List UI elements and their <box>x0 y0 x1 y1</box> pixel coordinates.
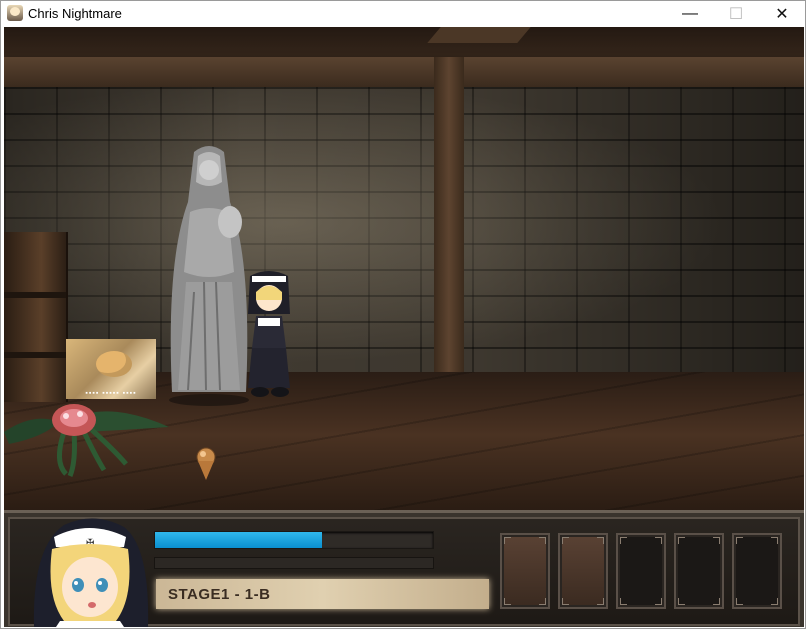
minimize-button[interactable]: — <box>667 1 713 27</box>
slot-corner-ornament <box>771 598 778 605</box>
slot-corner-ornament <box>562 537 569 544</box>
game-window: Chris Nightmare — ☐ ✕ ▪▪▪▪ ▪▪▪▪▪ ▪▪▪▪ ✠ … <box>0 0 806 629</box>
close-button[interactable]: ✕ <box>759 1 805 27</box>
slot-corner-ornament <box>597 537 604 544</box>
item-slot-4[interactable] <box>674 533 724 609</box>
slot-corner-ornament <box>713 598 720 605</box>
player-character[interactable] <box>240 270 298 398</box>
popup-thumbnail: ▪▪▪▪ ▪▪▪▪▪ ▪▪▪▪ <box>66 339 156 399</box>
wooden-pillar <box>434 57 464 377</box>
slot-corner-ornament <box>620 537 627 544</box>
game-viewport[interactable]: ▪▪▪▪ ▪▪▪▪▪ ▪▪▪▪ ✠ STAGE1 - 1-B <box>4 27 804 627</box>
slot-corner-ornament <box>655 537 662 544</box>
item-slot-5[interactable] <box>732 533 782 609</box>
health-bar-fill <box>155 532 322 548</box>
health-bar <box>154 531 434 549</box>
item-slot-2[interactable] <box>558 533 608 609</box>
stage-label: STAGE1 - 1-B <box>168 586 271 603</box>
slot-corner-ornament <box>713 537 720 544</box>
app-icon <box>7 5 23 21</box>
slot-corner-ornament <box>597 598 604 605</box>
item-slots <box>500 533 790 609</box>
item-slot-3[interactable] <box>616 533 666 609</box>
location-marker-icon[interactable] <box>195 447 217 481</box>
barrel <box>4 232 68 402</box>
slot-corner-ornament <box>620 598 627 605</box>
heroine-portrait: ✠ <box>33 518 149 627</box>
slot-corner-ornament <box>504 598 511 605</box>
ceiling-beam-diagonal <box>427 27 531 43</box>
slot-corner-ornament <box>539 598 546 605</box>
thumbnail-caption: ▪▪▪▪ ▪▪▪▪▪ ▪▪▪▪ <box>85 390 137 397</box>
slot-corner-ornament <box>504 537 511 544</box>
maximize-button[interactable]: ☐ <box>713 1 759 27</box>
slot-corner-ornament <box>736 537 743 544</box>
slot-corner-ornament <box>736 598 743 605</box>
ceiling-beam <box>4 57 804 87</box>
stage-label-plate: STAGE1 - 1-B <box>156 579 489 609</box>
slot-corner-ornament <box>771 537 778 544</box>
secondary-gauge <box>154 557 434 569</box>
item-slot-1[interactable] <box>500 533 550 609</box>
slot-corner-ornament <box>539 537 546 544</box>
window-title: Chris Nightmare <box>28 6 122 21</box>
slot-corner-ornament <box>655 598 662 605</box>
slot-corner-ornament <box>678 598 685 605</box>
title-bar[interactable]: Chris Nightmare — ☐ ✕ <box>1 1 805 27</box>
slot-corner-ornament <box>562 598 569 605</box>
slot-corner-ornament <box>678 537 685 544</box>
